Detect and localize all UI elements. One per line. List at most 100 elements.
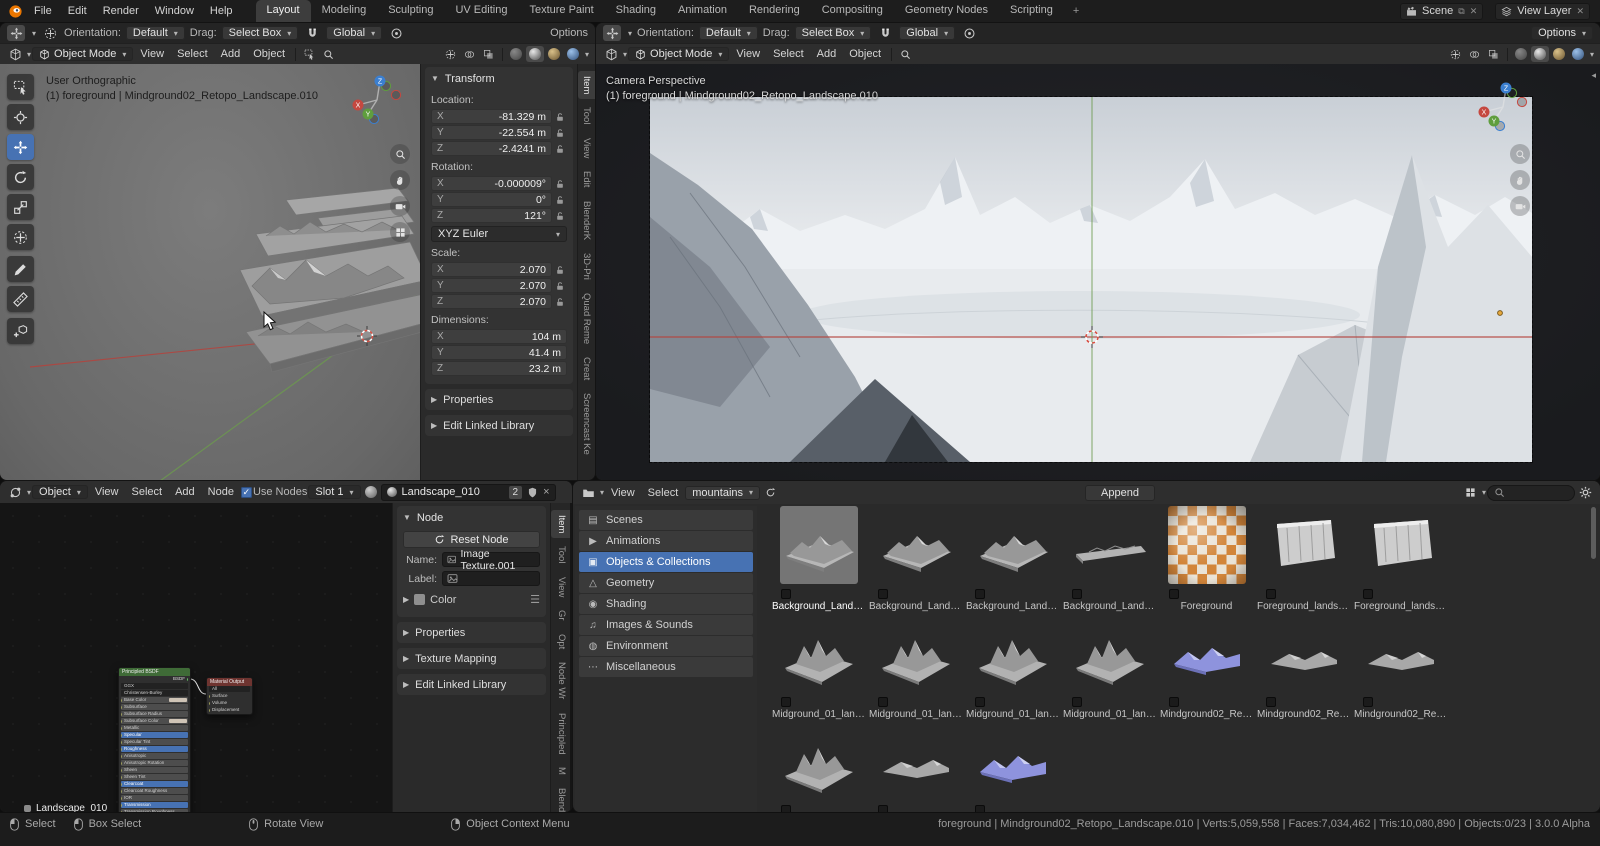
blender-logo-icon[interactable] xyxy=(8,4,23,19)
asset-checkbox[interactable] xyxy=(1072,589,1082,599)
texture-mapping-panel-header[interactable]: ▶ Texture Mapping xyxy=(397,648,546,669)
fake-user-shield-icon[interactable] xyxy=(527,487,538,498)
shader-type-dropdown[interactable]: Object ▾ xyxy=(32,485,88,499)
tool-add-cube[interactable] xyxy=(7,318,34,344)
orientation-dropdown[interactable]: Default ▾ xyxy=(125,26,185,40)
use-nodes-checkbox[interactable]: ✓ xyxy=(240,486,252,498)
view-layer-selector[interactable]: View Layer ✕ xyxy=(1495,2,1590,20)
tool-measure[interactable] xyxy=(7,286,34,312)
sidebar-tab-m[interactable]: M xyxy=(551,762,570,780)
mode-dropdown[interactable]: Object Mode ▾ xyxy=(32,47,134,61)
asset-thumbnail[interactable] xyxy=(877,614,955,692)
sidebar-tab-view[interactable]: View xyxy=(551,572,570,602)
lock-icon[interactable] xyxy=(552,195,567,205)
workspace-tab-uv-editing[interactable]: UV Editing xyxy=(444,0,518,22)
menu-file[interactable]: File xyxy=(27,0,59,22)
dimensions-x-field[interactable]: X 104 m xyxy=(431,329,567,344)
menu-select[interactable]: Select xyxy=(767,47,810,61)
sidebar-tab-item[interactable]: Item xyxy=(551,510,570,539)
asset-item-background-landsc[interactable]: Background_Landsc... xyxy=(964,505,1061,612)
tool-annotate[interactable] xyxy=(7,256,34,282)
navigation-gizmo[interactable]: X Z Y xyxy=(1468,72,1538,142)
new-scene-button[interactable]: ⧉ xyxy=(1458,6,1464,17)
node-socket-row[interactable]: Subsurface Color xyxy=(121,718,188,724)
sidebar-tab-node-wr[interactable]: Node Wr xyxy=(551,657,570,704)
node-panel-header[interactable]: ▼ Node xyxy=(403,507,540,528)
rotation-z-field[interactable]: Z 121° xyxy=(431,208,552,223)
menu-object[interactable]: Object xyxy=(843,47,887,61)
menu-add[interactable]: Add xyxy=(215,47,247,61)
asset-thumbnail[interactable] xyxy=(877,722,955,800)
node-socket-row[interactable]: Base Color xyxy=(121,697,188,703)
tool-move[interactable] xyxy=(7,134,34,160)
asset-thumbnail[interactable] xyxy=(1071,506,1149,584)
shading-wireframe-icon[interactable] xyxy=(507,46,525,62)
asset-item[interactable] xyxy=(964,721,1061,812)
snap-target-dropdown[interactable]: Global ▾ xyxy=(899,26,956,40)
properties-panel-header[interactable]: ▶ Properties xyxy=(425,389,573,410)
asset-thumbnail[interactable] xyxy=(1362,614,1440,692)
asset-checkbox[interactable] xyxy=(781,805,791,812)
scene-selector[interactable]: Scene ⧉ ✕ xyxy=(1400,2,1484,20)
node-socket-row[interactable]: Metallic xyxy=(121,725,188,731)
node-socket-row[interactable]: Sheen xyxy=(121,767,188,773)
sidebar-tab-view[interactable]: View xyxy=(578,133,595,163)
category-geometry[interactable]: △ Geometry xyxy=(579,573,753,593)
active-tool-icon[interactable] xyxy=(7,25,25,41)
workspace-tab-animation[interactable]: Animation xyxy=(667,0,738,22)
menu-edit[interactable]: Edit xyxy=(61,0,94,22)
asset-thumbnail[interactable] xyxy=(974,506,1052,584)
asset-thumbnail[interactable] xyxy=(1168,614,1246,692)
sidebar-tab-gr[interactable]: Gr xyxy=(551,605,570,626)
search-icon[interactable] xyxy=(319,46,337,62)
asset-item-background-landsc[interactable]: Background_Landsc... xyxy=(867,505,964,612)
asset-checkbox[interactable] xyxy=(781,589,791,599)
asset-checkbox[interactable] xyxy=(878,697,888,707)
editor-type-icon[interactable] xyxy=(6,484,24,500)
location-y-field[interactable]: Y -22.554 m xyxy=(431,125,552,140)
material-users-button[interactable]: 2 xyxy=(508,485,523,499)
workspace-tab-compositing[interactable]: Compositing xyxy=(811,0,894,22)
remove-view-layer-button[interactable]: ✕ xyxy=(1576,6,1584,17)
add-workspace-button[interactable]: + xyxy=(1066,2,1086,20)
options-dropdown[interactable]: Options ▾ xyxy=(1531,26,1593,40)
asset-thumbnail[interactable] xyxy=(1265,614,1343,692)
editor-type-icon[interactable] xyxy=(602,46,620,62)
asset-thumbnail[interactable] xyxy=(780,614,858,692)
asset-item-midground-01-land[interactable]: Midground_01_land... xyxy=(964,613,1061,720)
node-socket-row[interactable]: Anisotropic Rotation xyxy=(121,760,188,766)
sidebar-tab-creat[interactable]: Creat xyxy=(578,352,595,385)
asset-checkbox[interactable] xyxy=(1072,697,1082,707)
editor-type-icon[interactable] xyxy=(579,485,597,501)
sidebar-tab-screencast-ke[interactable]: Screencast Ke xyxy=(578,388,595,460)
node-socket-row[interactable]: Specular Tint xyxy=(121,739,188,745)
asset-item-background-landsc[interactable]: Background_Landsc... xyxy=(770,505,867,612)
asset-checkbox[interactable] xyxy=(975,589,985,599)
node-material-output[interactable]: Material Output All Surface Volume Displacem… xyxy=(206,677,253,715)
asset-item-midground-01-land[interactable]: Midground_01_land... xyxy=(770,613,867,720)
editor-type-icon[interactable] xyxy=(6,46,24,62)
asset-thumbnail[interactable] xyxy=(780,722,858,800)
refresh-icon[interactable] xyxy=(761,485,779,501)
menu-node[interactable]: Node xyxy=(202,485,240,499)
location-z-field[interactable]: Z -2.4241 m xyxy=(431,141,552,156)
asset-item-foreground-landsca[interactable]: Foreground_landsca... xyxy=(1352,505,1449,612)
navigation-gizmo[interactable]: X Z Y xyxy=(352,75,402,125)
vertical-scrollbar[interactable] xyxy=(1591,507,1596,559)
unlink-material-icon[interactable]: × xyxy=(543,486,549,498)
reset-node-button[interactable]: Reset Node xyxy=(403,531,540,548)
shading-rendered-icon[interactable] xyxy=(564,46,582,62)
workspace-tab-shading[interactable]: Shading xyxy=(605,0,667,22)
sidebar-tab-3d-pri[interactable]: 3D-Pri xyxy=(578,248,595,285)
asset-thumbnail[interactable] xyxy=(1071,614,1149,692)
xray-icon[interactable] xyxy=(1485,46,1503,62)
display-mode-icon[interactable] xyxy=(1461,485,1479,501)
asset-item-foreground-landsca[interactable]: Foreground_landsca... xyxy=(1255,505,1352,612)
tool-transform[interactable] xyxy=(7,224,34,250)
node-socket-row[interactable]: Surface xyxy=(209,693,250,699)
lock-icon[interactable] xyxy=(552,297,567,307)
rotation-x-field[interactable]: X -0.000009° xyxy=(431,176,552,191)
node-title[interactable]: Material Output xyxy=(207,678,252,686)
show-gizmo-icon[interactable] xyxy=(1447,46,1465,62)
menu-window[interactable]: Window xyxy=(148,0,201,22)
